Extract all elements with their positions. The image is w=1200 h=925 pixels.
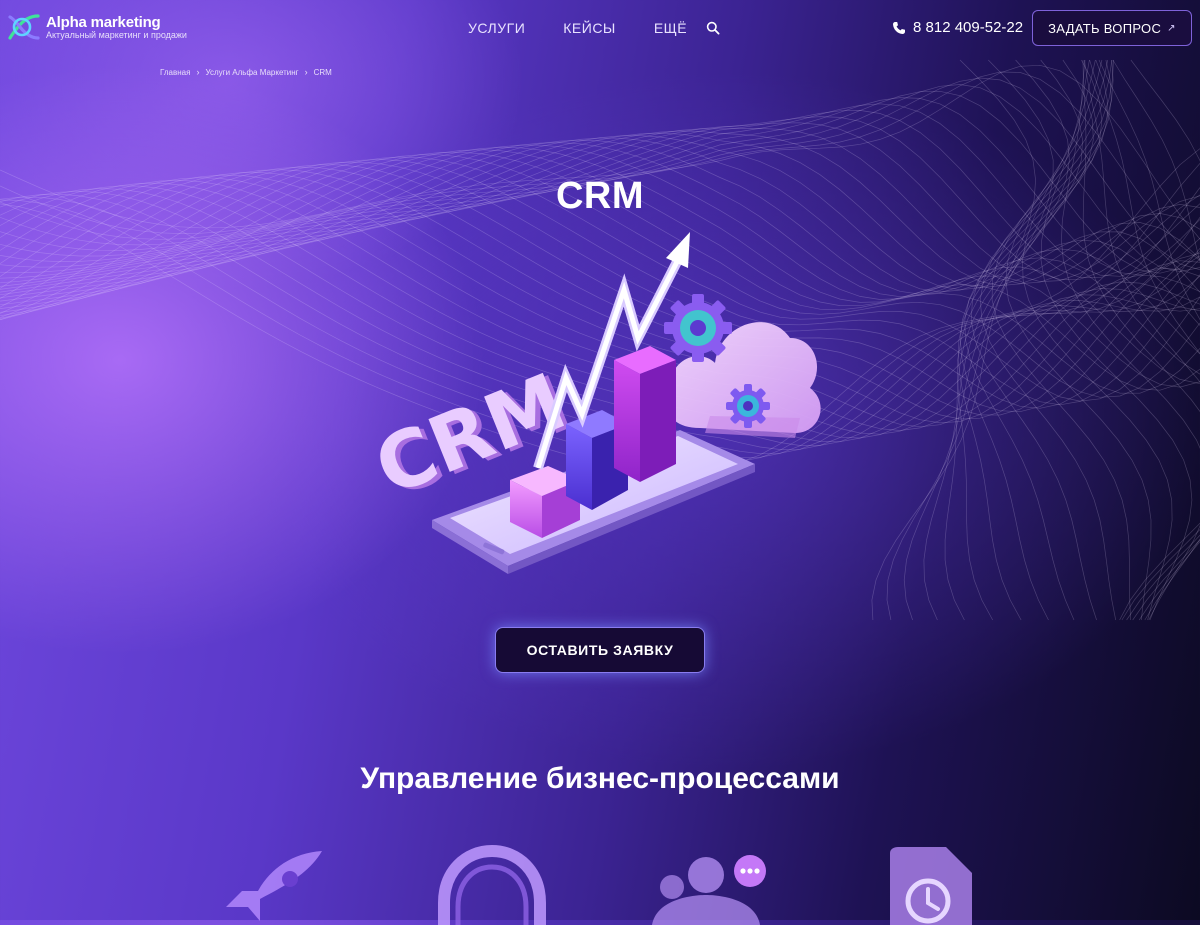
headset-icon <box>438 845 546 925</box>
site-header: Alpha marketing Актуальный маркетинг и п… <box>0 0 1200 56</box>
phone-icon <box>893 21 905 34</box>
phone-link[interactable]: 8 812 409-52-22 <box>892 19 1023 36</box>
page-title: CRM <box>555 175 645 217</box>
breadcrumb-home[interactable]: Главная <box>160 68 190 77</box>
nav-item-cases[interactable]: КЕЙСЫ <box>563 20 616 36</box>
document-history-icon <box>890 847 972 925</box>
gear-icon <box>664 294 732 362</box>
main-nav: УСЛУГИ КЕЙСЫ ЕЩЁ <box>468 20 725 36</box>
logo-tagline: Актуальный маркетинг и продажи <box>46 29 187 40</box>
alpha-logo-icon <box>8 14 40 40</box>
nav-item-more[interactable]: ЕЩЁ <box>654 20 687 36</box>
logo[interactable]: Alpha marketing Актуальный маркетинг и п… <box>8 12 187 42</box>
breadcrumb: Главная › Услуги Альфа Маркетинг › CRM <box>160 67 332 77</box>
phone-number: 8 812 409-52-22 <box>913 19 1024 36</box>
chevron-right-icon: › <box>304 67 308 77</box>
team-chat-icon <box>652 855 766 925</box>
ask-question-label: ЗАДАТЬ ВОПРОС <box>1048 20 1162 36</box>
nav-item-services[interactable]: УСЛУГИ <box>468 20 525 36</box>
search-icon[interactable] <box>706 21 720 35</box>
chevron-right-icon: › <box>196 67 200 77</box>
logo-name: Alpha marketing <box>46 13 161 31</box>
arrow-up-right-icon: ↗ <box>1167 22 1176 34</box>
section-title: Управление бизнес-процессами <box>360 762 840 795</box>
leave-request-button[interactable]: ОСТАВИТЬ ЗАЯВКУ <box>495 627 705 673</box>
rocket-icon <box>226 851 322 921</box>
breadcrumb-services[interactable]: Услуги Альфа Маркетинг <box>205 68 298 77</box>
gear-icon <box>726 384 770 428</box>
ask-question-button[interactable]: ЗАДАТЬ ВОПРОС ↗ <box>1032 10 1192 46</box>
breadcrumb-current: CRM <box>313 67 332 77</box>
crm-illustration: CRM CRM <box>370 232 821 574</box>
